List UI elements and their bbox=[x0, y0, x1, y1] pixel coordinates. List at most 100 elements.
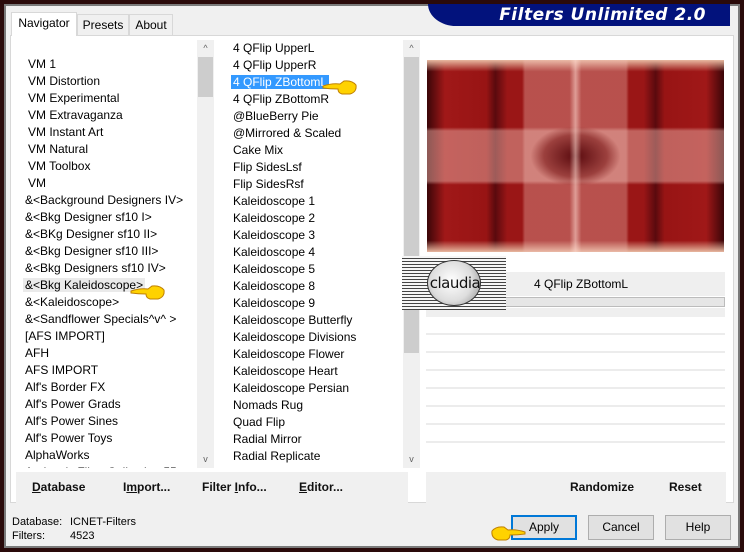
list-item[interactable]: &<Bkg Kaleidoscope> bbox=[20, 277, 198, 294]
list-item[interactable]: Quad Flip bbox=[228, 414, 404, 431]
list-item[interactable]: 4 QFlip ZBottomR bbox=[228, 91, 404, 108]
list-item[interactable]: &<Bkg Designer sf10 I> bbox=[20, 209, 198, 226]
scroll-thumb[interactable] bbox=[198, 57, 213, 97]
list-item[interactable]: Alf's Power Sines bbox=[20, 413, 198, 430]
list-item[interactable]: Kaleidoscope Butterfly bbox=[228, 312, 404, 329]
list-item[interactable]: Kaleidoscope 3 bbox=[228, 227, 404, 244]
database-label: Database: bbox=[12, 516, 63, 528]
list-item[interactable]: Alf's Border FX bbox=[20, 379, 198, 396]
list-item[interactable]: VM Distortion bbox=[20, 73, 198, 90]
tab-navigator[interactable]: Navigator bbox=[11, 12, 77, 36]
list-item[interactable]: @BlueBerry Pie bbox=[228, 108, 404, 125]
scroll-up-icon[interactable]: ^ bbox=[197, 40, 214, 57]
list-item[interactable]: AFH bbox=[20, 345, 198, 362]
list-item[interactable]: VM Toolbox bbox=[20, 158, 198, 175]
cancel-button[interactable]: Cancel bbox=[588, 515, 654, 540]
list-item[interactable]: @Mirrored & Scaled bbox=[228, 125, 404, 142]
list-item[interactable]: &<Kaleidoscope> bbox=[20, 294, 198, 311]
watermark: claudia bbox=[402, 256, 506, 310]
list-item-label: Kaleidoscope 5 bbox=[233, 262, 316, 276]
import-button[interactable]: Import... bbox=[123, 480, 170, 494]
randomize-button[interactable]: Randomize bbox=[570, 480, 634, 494]
filters-count-label: Filters: bbox=[12, 530, 45, 542]
list-item[interactable]: Kaleidoscope Divisions bbox=[228, 329, 404, 346]
list-item[interactable]: VM 1 bbox=[20, 56, 198, 73]
list-item[interactable]: Kaleidoscope Flower bbox=[228, 346, 404, 363]
list-item[interactable]: Kaleidoscope Persian bbox=[228, 380, 404, 397]
help-button[interactable]: Help bbox=[665, 515, 731, 540]
list-item[interactable]: Radial Replicate bbox=[228, 448, 404, 465]
category-list[interactable]: VM 1 VM Distortion VM Experimental VM Extra… bbox=[20, 40, 198, 468]
list-item[interactable]: &<Background Designers IV> bbox=[20, 192, 198, 209]
list-item[interactable]: &<BKg Designer sf10 II> bbox=[20, 226, 198, 243]
list-item[interactable]: Sandy Sides bbox=[228, 465, 404, 468]
list-item[interactable]: Andrew's Filter Collection 55 bbox=[20, 464, 198, 468]
tab-about[interactable]: About bbox=[129, 14, 173, 35]
list-item-label: VM Distortion bbox=[28, 74, 101, 88]
list-item-label: @Mirrored & Scaled bbox=[233, 126, 342, 140]
list-item-label: &<BKg Designer sf10 II> bbox=[25, 227, 158, 241]
list-item[interactable]: Flip SidesRsf bbox=[228, 176, 404, 193]
list-item[interactable]: Nomads Rug bbox=[228, 397, 404, 414]
list-item[interactable]: VM Instant Art bbox=[20, 124, 198, 141]
list-item-label: Sandy Sides bbox=[231, 466, 302, 468]
filter-scrollbar[interactable]: ^ v bbox=[403, 40, 420, 468]
list-item[interactable]: VM bbox=[20, 175, 198, 192]
list-item[interactable]: AlphaWorks bbox=[20, 447, 198, 464]
filters-count-value: 4523 bbox=[70, 530, 95, 542]
list-item[interactable]: Kaleidoscope 4 bbox=[228, 244, 404, 261]
pointing-hand-icon bbox=[322, 80, 357, 95]
list-item[interactable]: VM Natural bbox=[20, 141, 198, 158]
list-item[interactable]: Alf's Power Toys bbox=[20, 430, 198, 447]
list-item-label: Nomads Rug bbox=[233, 398, 304, 412]
scroll-up-icon[interactable]: ^ bbox=[403, 40, 420, 57]
scroll-down-icon[interactable]: v bbox=[403, 451, 420, 468]
editor-button[interactable]: Editor... bbox=[299, 480, 343, 494]
list-item-label: &<Sandflower Specials^v^ > bbox=[25, 312, 177, 326]
list-item-label: Flip SidesLsf bbox=[233, 160, 302, 174]
list-item[interactable]: Kaleidoscope 8 bbox=[228, 278, 404, 295]
list-item-label: Kaleidoscope Flower bbox=[233, 347, 345, 361]
list-item[interactable]: 4 QFlip ZBottomL bbox=[228, 74, 404, 91]
list-item-label: VM Extravaganza bbox=[28, 108, 123, 122]
database-button[interactable]: Database bbox=[32, 480, 85, 494]
list-item-label: Andrew's Filter Collection 55 bbox=[23, 465, 179, 468]
reset-button[interactable]: Reset bbox=[669, 480, 702, 494]
scroll-down-icon[interactable]: v bbox=[197, 451, 214, 468]
list-item[interactable]: Cake Mix bbox=[228, 142, 404, 159]
list-item[interactable]: Flip SidesLsf bbox=[228, 159, 404, 176]
tab-presets[interactable]: Presets bbox=[77, 14, 129, 35]
category-scrollbar[interactable]: ^ v bbox=[197, 40, 214, 468]
list-item[interactable]: [AFS IMPORT] bbox=[20, 328, 198, 345]
list-item[interactable]: Radial Mirror bbox=[228, 431, 404, 448]
slider-row bbox=[426, 387, 725, 389]
list-item[interactable]: Kaleidoscope 2 bbox=[228, 210, 404, 227]
list-item[interactable]: &<Bkg Designer sf10 III> bbox=[20, 243, 198, 260]
list-item-label: 4 QFlip ZBottomL bbox=[231, 75, 330, 89]
list-item[interactable]: &<Bkg Designers sf10 IV> bbox=[20, 260, 198, 277]
list-item-label: VM 1 bbox=[28, 57, 57, 71]
list-item[interactable]: Kaleidoscope 5 bbox=[228, 261, 404, 278]
list-item-label: Alf's Border FX bbox=[25, 380, 106, 394]
list-item-label: VM Instant Art bbox=[28, 125, 104, 139]
filter-list[interactable]: 4 QFlip UpperL 4 QFlip UpperR 4 QFlip ZBot… bbox=[228, 40, 404, 468]
list-item[interactable]: Kaleidoscope 9 bbox=[228, 295, 404, 312]
list-item-label: VM Toolbox bbox=[28, 159, 91, 173]
list-item[interactable]: &<Sandflower Specials^v^ > bbox=[20, 311, 198, 328]
list-item[interactable]: 4 QFlip UpperL bbox=[228, 40, 404, 57]
list-item[interactable]: VM Extravaganza bbox=[20, 107, 198, 124]
parameter-sliders bbox=[426, 308, 725, 468]
filter-info-button[interactable]: Filter Info... bbox=[202, 480, 267, 494]
slider-row bbox=[426, 369, 725, 371]
preview-toolbar: Randomize Reset bbox=[426, 472, 726, 504]
list-item-label: AFS IMPORT bbox=[25, 363, 99, 377]
list-item[interactable]: VM Experimental bbox=[20, 90, 198, 107]
list-item[interactable]: Kaleidoscope Heart bbox=[228, 363, 404, 380]
list-item[interactable]: Alf's Power Grads bbox=[20, 396, 198, 413]
list-item[interactable]: 4 QFlip UpperR bbox=[228, 57, 404, 74]
list-item[interactable]: Kaleidoscope 1 bbox=[228, 193, 404, 210]
list-item-label: Radial Replicate bbox=[233, 449, 321, 463]
list-item-label: VM bbox=[28, 176, 46, 190]
list-item[interactable]: AFS IMPORT bbox=[20, 362, 198, 379]
list-item-label: Kaleidoscope 4 bbox=[233, 245, 316, 259]
